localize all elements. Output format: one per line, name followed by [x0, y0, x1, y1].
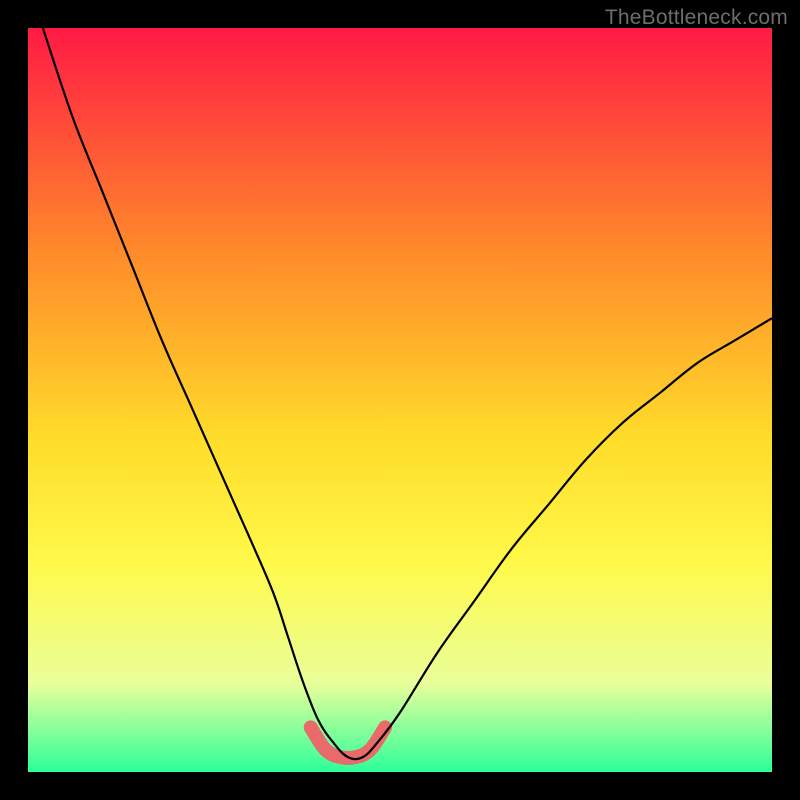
gradient-background [28, 28, 772, 772]
watermark-label: TheBottleneck.com [605, 6, 788, 30]
bottleneck-chart [28, 28, 772, 772]
chart-area [28, 28, 772, 772]
outer-frame: TheBottleneck.com [0, 0, 800, 800]
